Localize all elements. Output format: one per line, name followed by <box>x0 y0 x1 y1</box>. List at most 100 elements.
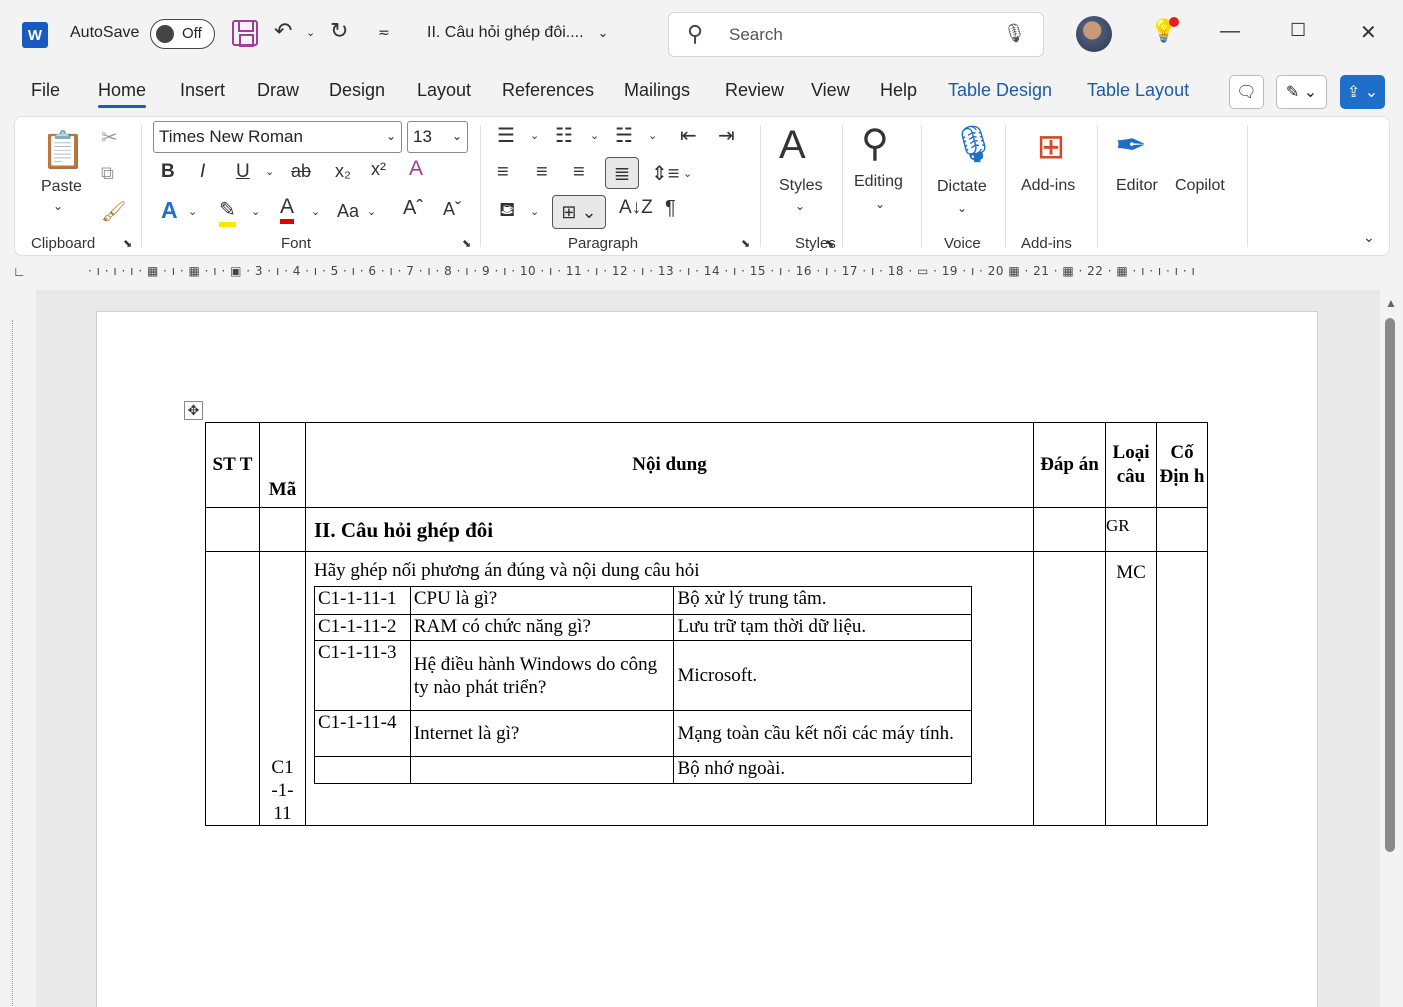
pair-answer[interactable]: Bộ xử lý trung tâm. <box>673 586 972 615</box>
editor-icon[interactable]: ✒ <box>1115 123 1147 168</box>
table-cell[interactable] <box>1156 551 1208 826</box>
scroll-up-icon[interactable]: ▲ <box>1385 296 1397 310</box>
section-title[interactable]: II. Câu hỏi ghép đôi <box>305 507 1034 552</box>
tab-design[interactable]: Design <box>329 80 385 101</box>
paste-dropdown-icon[interactable]: ⌄ <box>53 199 63 213</box>
shrink-font-icon[interactable]: Aˇ <box>443 199 461 220</box>
superscript-icon[interactable]: x² <box>371 159 386 180</box>
bullets-dropdown-icon[interactable]: ⌄ <box>530 129 539 142</box>
justify-icon[interactable]: ≣ <box>605 157 639 189</box>
change-case-icon[interactable]: Aa <box>337 201 359 222</box>
pair-question[interactable]: Hệ điều hành Windows do công ty nào phát… <box>409 640 675 711</box>
tab-table-layout[interactable]: Table Layout <box>1087 80 1189 101</box>
undo-dropdown-icon[interactable]: ⌄ <box>306 26 315 39</box>
pair-code[interactable] <box>314 756 411 784</box>
styles-label[interactable]: Styles <box>779 177 823 195</box>
tab-help[interactable]: Help <box>880 80 917 101</box>
table-cell[interactable] <box>1033 507 1106 552</box>
tab-home[interactable]: Home <box>98 80 147 108</box>
pair-question[interactable] <box>409 756 675 784</box>
question-instruction[interactable]: Hãy ghép nối phương án đúng và nội dung … <box>306 560 1033 582</box>
sort-icon[interactable]: A↓Z <box>619 197 653 219</box>
underline-icon[interactable]: U <box>236 161 250 183</box>
pair-question[interactable]: CPU là gì? <box>409 586 675 615</box>
scrollbar-thumb[interactable] <box>1385 318 1395 852</box>
header-noi-dung[interactable]: Nội dung <box>305 422 1034 508</box>
table-cell[interactable] <box>1033 551 1106 826</box>
bold-icon[interactable]: B <box>161 161 175 183</box>
loai-cau-mc[interactable]: MC <box>1105 551 1157 826</box>
multilevel-dropdown-icon[interactable]: ⌄ <box>648 129 657 142</box>
table-cell[interactable] <box>205 507 260 552</box>
horizontal-ruler[interactable]: ∟ · ı · ı · ı · ▦ · ı · ▦ · ı · ▣ · 3 · … <box>0 258 1403 288</box>
question-table[interactable]: ST T Mã Nội dung Đáp án Loại câu Cố Địn … <box>205 422 1208 826</box>
text-effects-icon[interactable]: A <box>161 197 178 224</box>
font-name-combo[interactable]: Times New Roman ⌄ <box>153 121 402 153</box>
font-size-combo[interactable]: 13 ⌄ <box>407 121 468 153</box>
line-spacing-icon[interactable]: ⇕≡ <box>651 161 679 186</box>
tab-selector-icon[interactable]: ∟ <box>13 264 26 279</box>
header-stt[interactable]: ST T <box>205 422 260 508</box>
paste-label[interactable]: Paste <box>41 178 82 196</box>
multilevel-list-icon[interactable]: ☵ <box>615 123 633 148</box>
increase-indent-icon[interactable]: ⇥ <box>718 123 735 148</box>
microphone-icon[interactable]: 🎙 <box>1003 23 1026 44</box>
pair-question[interactable]: RAM có chức năng gì? <box>409 614 675 641</box>
header-dap-an[interactable]: Đáp án <box>1033 422 1106 508</box>
styles-dropdown-icon[interactable]: ⌄ <box>795 199 805 213</box>
pair-answer[interactable]: Lưu trữ tạm thời dữ liệu. <box>673 614 972 641</box>
share-icon[interactable]: ⇪ ⌄ <box>1340 75 1385 109</box>
format-painter-icon[interactable]: 🖌 <box>101 199 126 224</box>
tab-file[interactable]: File <box>31 80 60 101</box>
clipboard-launcher-icon[interactable]: ⬊ <box>123 237 132 250</box>
table-cell[interactable] <box>259 507 306 552</box>
header-loai-cau[interactable]: Loại câu <box>1105 422 1157 508</box>
editing-icon[interactable]: ⚲ <box>861 121 889 166</box>
cut-icon[interactable]: ✂ <box>101 125 118 150</box>
redo-icon[interactable]: ↻ <box>330 18 348 44</box>
close-icon[interactable]: ✕ <box>1360 20 1377 45</box>
underline-dropdown-icon[interactable]: ⌄ <box>265 165 274 178</box>
pair-answer[interactable]: Bộ nhớ ngoài. <box>673 756 972 784</box>
tab-mailings[interactable]: Mailings <box>624 80 690 101</box>
table-cell[interactable] <box>1156 507 1208 552</box>
addins-label[interactable]: Add-ins <box>1021 177 1075 195</box>
maximize-icon[interactable]: ☐ <box>1290 20 1306 41</box>
dictate-label[interactable]: Dictate <box>937 178 987 196</box>
pair-answer[interactable]: Mạng toàn cầu kết nối các máy tính. <box>673 710 972 757</box>
dictate-dropdown-icon[interactable]: ⌄ <box>957 201 967 215</box>
subscript-icon[interactable]: x₂ <box>335 161 351 182</box>
minimize-icon[interactable]: — <box>1220 20 1240 43</box>
pair-code[interactable]: C1-1-11-4 <box>314 710 411 757</box>
avatar[interactable] <box>1076 16 1112 52</box>
pair-code[interactable]: C1-1-11-1 <box>314 586 411 615</box>
copy-icon[interactable]: ⧉ <box>101 163 114 184</box>
pair-question[interactable]: Internet là gì? <box>409 710 675 757</box>
shading-icon[interactable]: ⛾ <box>499 199 515 224</box>
addins-icon[interactable]: ⊞ <box>1030 127 1072 167</box>
editing-label[interactable]: Editing <box>854 173 903 191</box>
copilot-label[interactable]: Copilot <box>1175 177 1225 195</box>
document-title[interactable]: II. Câu hỏi ghép đôi.... ⌄ <box>427 24 608 42</box>
styles-icon[interactable]: A <box>779 123 806 168</box>
tab-references[interactable]: References <box>502 80 594 101</box>
paragraph-launcher-icon[interactable]: ⬊ <box>741 237 750 250</box>
editing-mode-icon[interactable]: ✎ ⌄ <box>1276 75 1327 109</box>
decrease-indent-icon[interactable]: ⇤ <box>680 123 697 148</box>
pair-answer[interactable]: Microsoft. <box>673 640 972 711</box>
save-icon[interactable] <box>232 20 258 47</box>
editor-label[interactable]: Editor <box>1116 177 1158 195</box>
borders-button[interactable]: ⊞ ⌄ <box>552 195 606 229</box>
change-case-dropdown-icon[interactable]: ⌄ <box>367 205 376 218</box>
font-launcher-icon[interactable]: ⬊ <box>462 237 471 250</box>
shading-dropdown-icon[interactable]: ⌄ <box>530 205 539 218</box>
customize-qat-icon[interactable]: ≂ <box>378 24 390 41</box>
highlight-icon[interactable]: ✎ <box>219 197 236 227</box>
strikethrough-icon[interactable]: ab <box>291 161 311 182</box>
comments-icon[interactable]: 🗨 <box>1229 75 1264 109</box>
pair-code[interactable]: C1-1-11-2 <box>314 614 411 641</box>
paste-icon[interactable]: 📋 <box>41 125 86 175</box>
align-right-icon[interactable]: ≡ <box>573 161 585 184</box>
header-ma[interactable]: Mã <box>259 422 306 508</box>
italic-icon[interactable]: I <box>200 161 205 183</box>
